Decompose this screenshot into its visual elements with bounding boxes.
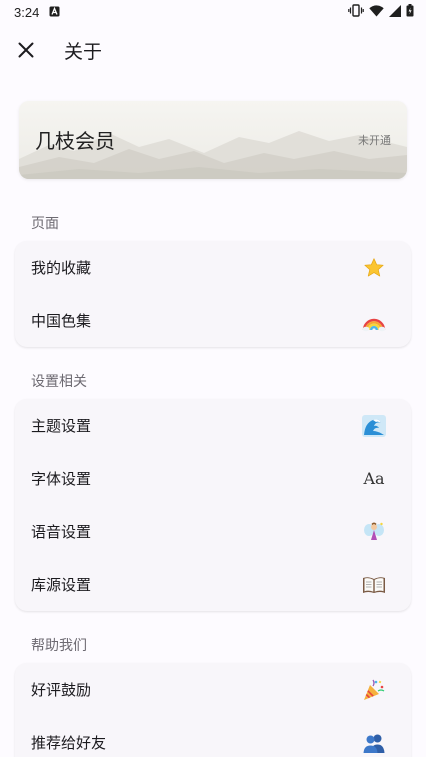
library-source-settings-item[interactable]: 库源设置 — [15, 558, 411, 611]
theme-settings-label: 主题设置 — [31, 417, 92, 435]
battery-icon — [406, 4, 414, 20]
voice-settings-item[interactable]: 语音设置 — [15, 505, 411, 558]
vibrate-icon — [348, 4, 364, 20]
recommend-to-friends-item[interactable]: 推荐给好友 — [15, 716, 411, 757]
library-source-settings-label: 库源设置 — [31, 576, 92, 594]
font-icon: Aa — [363, 468, 385, 488]
membership-card[interactable]: 几枝会员 未开通 — [19, 101, 407, 179]
notification-a-icon — [49, 5, 60, 20]
close-icon — [18, 42, 34, 58]
book-icon — [361, 572, 387, 598]
membership-title: 几枝会员 — [35, 129, 115, 153]
app-bar: 关于 — [0, 24, 426, 76]
wave-icon — [361, 413, 387, 439]
chinese-colors-item[interactable]: 中国色集 — [15, 294, 411, 347]
pages-group: 我的收藏 中国色集 — [15, 241, 411, 347]
recommend-to-friends-label: 推荐给好友 — [31, 734, 107, 752]
status-left: 3:24 — [14, 5, 60, 20]
rainbow-icon — [361, 308, 387, 334]
membership-status: 未开通 — [358, 134, 391, 147]
font-settings-item[interactable]: 字体设置 Aa — [15, 452, 411, 505]
party-popper-icon — [361, 677, 387, 703]
section-header-pages: 页面 — [31, 216, 59, 232]
star-icon — [361, 255, 387, 281]
close-button[interactable] — [0, 24, 54, 76]
fairy-icon — [361, 519, 387, 545]
people-icon — [361, 730, 387, 756]
section-header-settings: 设置相关 — [31, 374, 87, 390]
status-time: 3:24 — [14, 4, 40, 20]
font-settings-label: 字体设置 — [31, 470, 92, 488]
rate-app-label: 好评鼓励 — [31, 681, 92, 699]
voice-settings-label: 语音设置 — [31, 523, 92, 541]
rate-app-item[interactable]: 好评鼓励 — [15, 663, 411, 716]
chinese-colors-label: 中国色集 — [31, 312, 92, 330]
signal-icon — [389, 4, 401, 20]
page-title: 关于 — [64, 40, 103, 63]
favorites-label: 我的收藏 — [31, 259, 92, 277]
status-bar: 3:24 — [0, 0, 426, 24]
status-right — [348, 4, 414, 20]
wifi-icon — [369, 4, 384, 20]
section-header-help-us: 帮助我们 — [31, 638, 87, 654]
theme-settings-item[interactable]: 主题设置 — [15, 399, 411, 452]
favorites-item[interactable]: 我的收藏 — [15, 241, 411, 294]
settings-group: 主题设置 字体设置 Aa 语音设置 库源设置 — [15, 399, 411, 611]
help-us-group: 好评鼓励 推荐给好友 — [15, 663, 411, 757]
